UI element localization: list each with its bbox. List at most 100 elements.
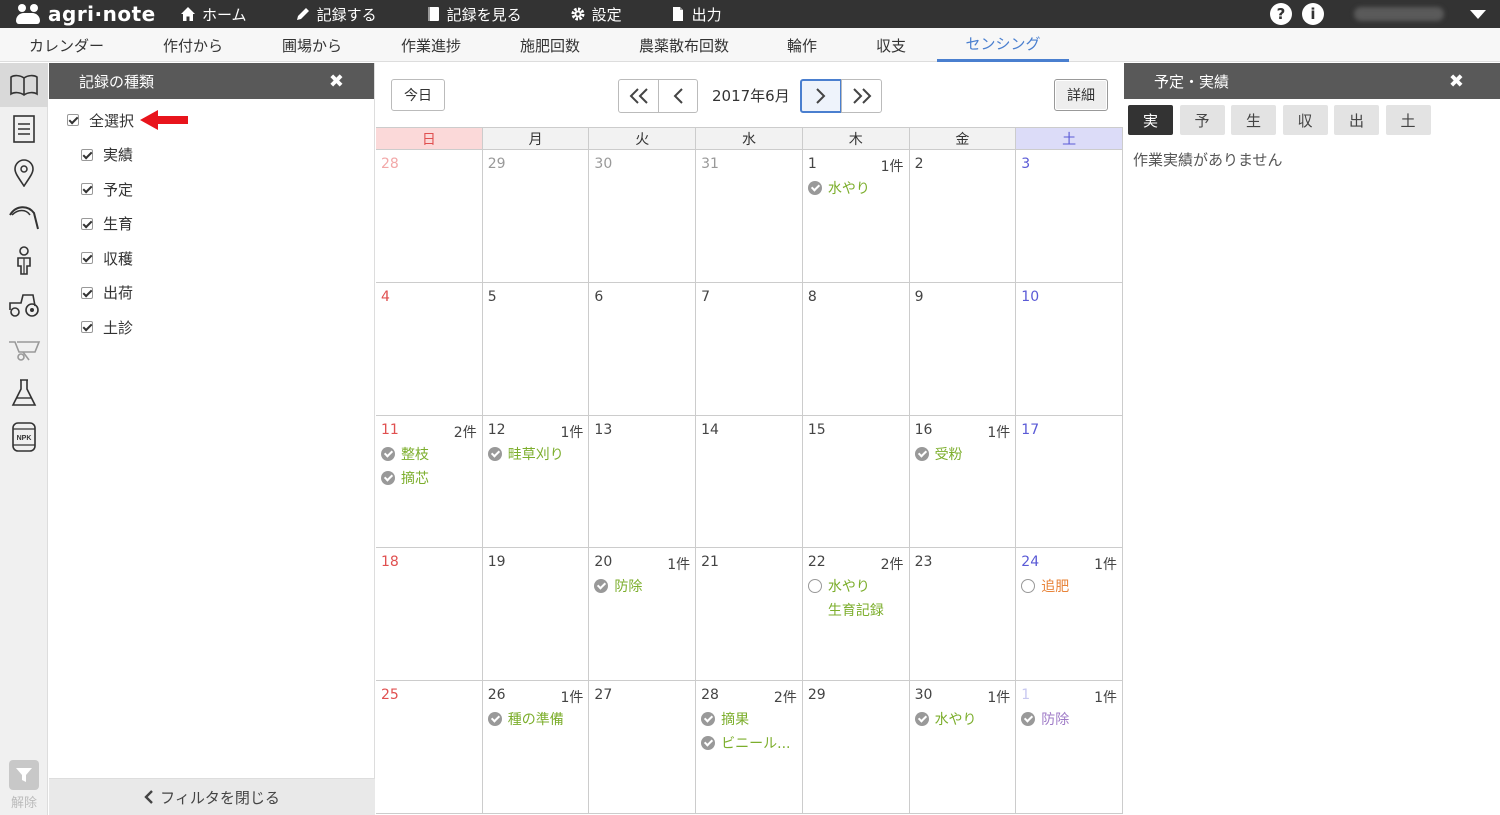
calendar-day-cell[interactable]: 31: [696, 150, 803, 283]
app-logo[interactable]: agri·note: [0, 2, 170, 26]
prev-year-button[interactable]: [618, 79, 659, 113]
filter-row-soil[interactable]: 土診: [49, 310, 374, 345]
filter-row-growth[interactable]: 生育: [49, 207, 374, 242]
calendar-day-cell[interactable]: 28: [376, 150, 483, 283]
detail-button[interactable]: 詳細: [1054, 79, 1108, 111]
filter-row-harvest[interactable]: 収穫: [49, 241, 374, 276]
rail-book[interactable]: [0, 63, 48, 107]
calendar-day-cell[interactable]: 22 2件 水やり 生育記録: [802, 548, 910, 682]
calendar-event[interactable]: 摘果: [701, 709, 797, 729]
rail-list[interactable]: [0, 107, 48, 151]
tab-balance[interactable]: 収支: [845, 28, 937, 62]
calendar-event[interactable]: 水やり: [807, 178, 904, 198]
calendar-event[interactable]: 追肥: [1021, 576, 1117, 596]
calendar-day-cell[interactable]: 19: [482, 548, 590, 682]
tab-pesticide-count[interactable]: 農薬散布回数: [609, 28, 759, 62]
calendar-day-cell[interactable]: 13: [589, 415, 697, 549]
calendar-day-cell[interactable]: 23: [909, 548, 1017, 682]
calendar-day-cell[interactable]: 20 1件 防除: [589, 548, 697, 682]
tab-harvest[interactable]: 収: [1282, 105, 1328, 135]
nav-home[interactable]: ホーム: [180, 4, 247, 25]
rail-tractor[interactable]: [0, 283, 48, 327]
calendar-day-cell[interactable]: 15: [802, 415, 910, 549]
tab-plan[interactable]: 予: [1179, 105, 1225, 135]
calendar-event[interactable]: 摘芯: [381, 468, 477, 488]
calendar-day-cell[interactable]: 27: [589, 681, 697, 814]
select-all-checkbox[interactable]: [67, 114, 79, 127]
calendar-event[interactable]: 種の準備: [487, 709, 584, 729]
calendar-event[interactable]: 防除: [1021, 709, 1117, 729]
filter-checkbox-plan[interactable]: [81, 183, 93, 196]
filter-row-actual[interactable]: 実績: [49, 138, 374, 173]
nav-record[interactable]: 記録する: [295, 4, 377, 25]
tab-progress[interactable]: 作業進捗: [371, 28, 491, 62]
rail-worker[interactable]: [0, 239, 48, 283]
help-icon[interactable]: ?: [1270, 3, 1292, 25]
tab-actual[interactable]: 実: [1128, 105, 1173, 135]
calendar-day-cell[interactable]: 25: [376, 681, 483, 814]
rail-npk[interactable]: NPK: [0, 415, 48, 459]
nav-output[interactable]: 出力: [670, 4, 722, 25]
tab-rotation[interactable]: 輪作: [759, 28, 845, 62]
tab-by-crop[interactable]: 作付から: [133, 28, 253, 62]
filter-checkbox-growth[interactable]: [81, 217, 93, 230]
filter-checkbox-actual[interactable]: [81, 148, 93, 161]
tab-shipment[interactable]: 出: [1334, 105, 1379, 135]
tab-fertilizer-count[interactable]: 施肥回数: [491, 28, 609, 62]
close-icon[interactable]: ✖: [1449, 71, 1464, 92]
rail-map-pin[interactable]: [0, 151, 48, 195]
today-button[interactable]: 今日: [391, 79, 445, 111]
calendar-day-cell[interactable]: 30 1件 水やり: [909, 681, 1017, 814]
nav-settings[interactable]: 設定: [570, 4, 622, 25]
tab-soil[interactable]: 土: [1385, 105, 1431, 135]
calendar-event[interactable]: 受粉: [914, 444, 1011, 464]
select-all-row[interactable]: 全選択: [49, 103, 374, 138]
prev-month-button[interactable]: [658, 79, 698, 113]
calendar-day-cell[interactable]: 4: [376, 282, 483, 416]
filter-release[interactable]: 解除: [0, 760, 48, 811]
rail-sickle[interactable]: [0, 195, 48, 239]
calendar-event[interactable]: 水やり: [807, 576, 904, 596]
calendar-day-cell[interactable]: 6: [589, 282, 697, 416]
calendar-day-cell[interactable]: 29: [482, 150, 590, 283]
filter-checkbox-soil[interactable]: [81, 321, 93, 334]
info-icon[interactable]: i: [1302, 3, 1324, 25]
chevron-down-icon[interactable]: [1470, 9, 1486, 19]
calendar-day-cell[interactable]: 10: [1016, 282, 1123, 416]
filter-row-plan[interactable]: 予定: [49, 172, 374, 207]
calendar-day-cell[interactable]: 1 1件 防除: [1016, 681, 1123, 814]
calendar-day-cell[interactable]: 11 2件 整枝 摘芯: [376, 415, 483, 549]
user-name-blurred[interactable]: [1354, 7, 1444, 21]
nav-view-records[interactable]: 記録を見る: [425, 4, 522, 25]
next-month-button[interactable]: [800, 79, 842, 113]
rail-flask[interactable]: [0, 371, 48, 415]
close-filter-button[interactable]: フィルタを閉じる: [49, 778, 375, 815]
calendar-day-cell[interactable]: 16 1件 受粉: [909, 415, 1017, 549]
rail-wheelbarrow[interactable]: [0, 327, 48, 371]
calendar-day-cell[interactable]: 26 1件 種の準備: [482, 681, 590, 814]
calendar-day-cell[interactable]: 29: [802, 681, 910, 814]
calendar-event[interactable]: 畦草刈り: [487, 444, 584, 464]
calendar-day-cell[interactable]: 2: [909, 150, 1017, 283]
filter-checkbox-shipment[interactable]: [81, 286, 93, 299]
tab-sensing[interactable]: センシング: [937, 28, 1069, 62]
calendar-event[interactable]: ビニール...: [701, 733, 797, 753]
tab-by-field[interactable]: 圃場から: [253, 28, 371, 62]
tab-calendar[interactable]: カレンダー: [0, 28, 133, 62]
tab-growth[interactable]: 生: [1231, 105, 1276, 135]
calendar-event[interactable]: 生育記録: [808, 600, 904, 620]
calendar-day-cell[interactable]: 7: [696, 282, 803, 416]
calendar-event[interactable]: 防除: [594, 576, 690, 596]
close-icon[interactable]: ✖: [329, 71, 344, 92]
filter-row-shipment[interactable]: 出荷: [49, 276, 374, 311]
calendar-day-cell[interactable]: 9: [909, 282, 1017, 416]
next-year-button[interactable]: [841, 79, 882, 113]
calendar-day-cell[interactable]: 1 1件 水やり: [802, 150, 910, 283]
calendar-day-cell[interactable]: 21: [696, 548, 803, 682]
calendar-event[interactable]: 整枝: [381, 444, 477, 464]
calendar-day-cell[interactable]: 12 1件 畦草刈り: [482, 415, 590, 549]
calendar-day-cell[interactable]: 5: [482, 282, 590, 416]
calendar-day-cell[interactable]: 8: [802, 282, 910, 416]
calendar-event[interactable]: 水やり: [914, 709, 1011, 729]
calendar-day-cell[interactable]: 14: [696, 415, 803, 549]
